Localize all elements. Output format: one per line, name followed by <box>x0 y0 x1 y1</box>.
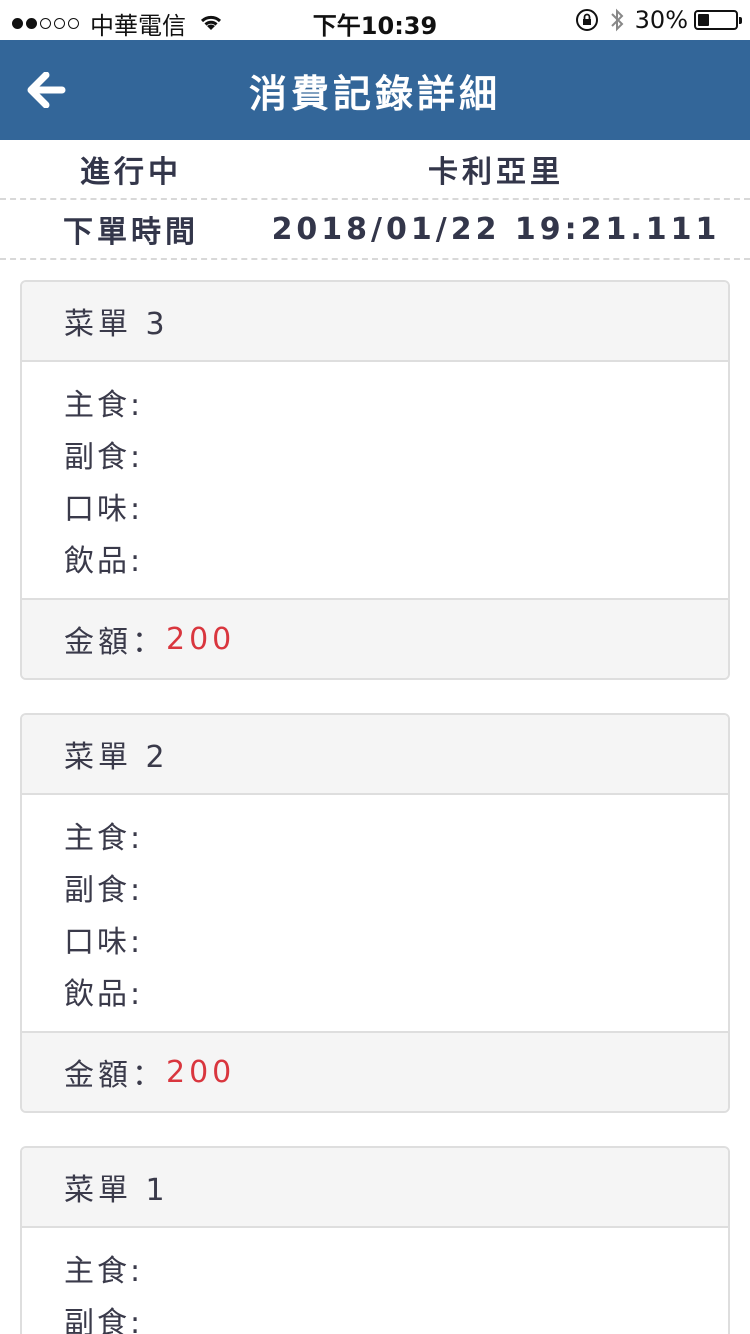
menu-card-title: 菜單 2 <box>22 715 728 795</box>
bluetooth-icon <box>609 7 625 33</box>
menu-item-flavor: 口味: <box>64 925 144 960</box>
menu-item-drink: 飲品: <box>64 977 144 1012</box>
menu-item-side: 副食: <box>64 873 144 908</box>
menu-card: 菜單 2 主食: 副食: 口味: 飲品: 金額： 200 <box>20 713 730 1113</box>
battery-icon <box>694 10 742 30</box>
restaurant-name: 卡利亞里 <box>428 155 564 190</box>
menu-item-drink: 飲品: <box>64 544 144 579</box>
menu-item-main: 主食: <box>64 821 144 856</box>
menu-card-body: 主食: 副食: 口味: 飲品: <box>22 362 728 598</box>
amount-value: 200 <box>166 1054 236 1090</box>
menu-card: 菜單 1 主食: 副食: <box>20 1146 730 1334</box>
menu-item-flavor: 口味: <box>64 492 144 527</box>
menu-card: 菜單 3 主食: 副食: 口味: 飲品: 金額： 200 <box>20 280 730 680</box>
status-right: 30% <box>575 6 742 34</box>
menu-card-list: 菜單 3 主食: 副食: 口味: 飲品: 金額： 200 菜單 2 主食: 副食… <box>0 260 750 1334</box>
menu-card-footer: 金額： 200 <box>22 598 728 678</box>
order-summary-row: 進行中 卡利亞里 <box>0 140 750 200</box>
back-button[interactable] <box>22 66 70 114</box>
menu-item-side: 副食: <box>64 1306 144 1334</box>
status-bar: 中華電信 下午10:39 30% <box>0 0 750 40</box>
menu-card-body: 主食: 副食: 口味: 飲品: <box>22 795 728 1031</box>
menu-item-side: 副食: <box>64 440 144 475</box>
arrow-left-icon <box>27 72 66 108</box>
menu-item-main: 主食: <box>64 1254 144 1289</box>
amount-label: 金額： <box>64 1058 166 1093</box>
page-title: 消費記錄詳細 <box>248 71 501 116</box>
battery-percent: 30% <box>634 6 688 34</box>
amount-value: 200 <box>166 621 236 657</box>
menu-card-title: 菜單 1 <box>22 1148 728 1228</box>
menu-card-body: 主食: 副食: <box>22 1228 728 1334</box>
order-time-label: 下單時間 <box>63 215 199 250</box>
menu-card-title: 菜單 3 <box>22 282 728 362</box>
navigation-bar: 消費記錄詳細 <box>0 40 750 140</box>
order-time-value: 2018/01/22 19:21.111 <box>271 211 721 247</box>
order-time-row: 下單時間 2018/01/22 19:21.111 <box>0 200 750 260</box>
amount-label: 金額： <box>64 625 166 660</box>
order-status: 進行中 <box>80 155 182 190</box>
menu-card-footer: 金額： 200 <box>22 1031 728 1111</box>
rotation-lock-icon <box>575 8 599 32</box>
menu-item-main: 主食: <box>64 388 144 423</box>
battery-level <box>698 14 709 26</box>
